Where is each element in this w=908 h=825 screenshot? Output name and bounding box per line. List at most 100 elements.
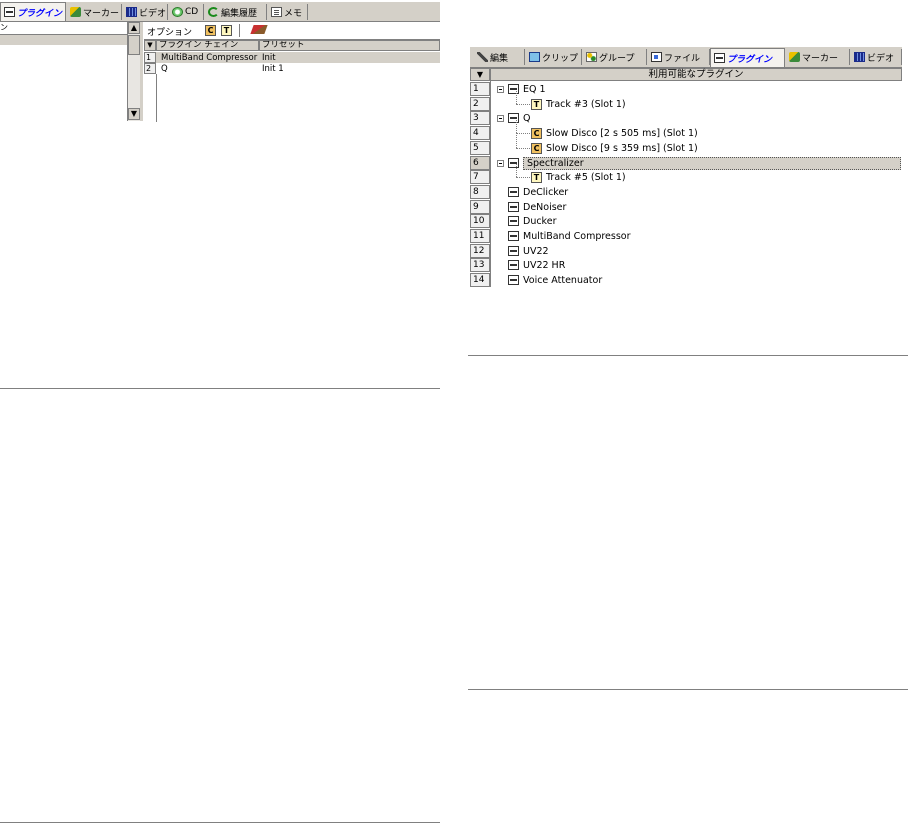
row-number[interactable]: 12 (470, 244, 490, 258)
toolbar-separator (239, 24, 240, 37)
tree-item-clip[interactable]: C Slow Disco [9 s 359 ms] (Slot 1) (531, 141, 698, 155)
tab-video[interactable]: ビデオ (851, 49, 902, 65)
row-number[interactable]: 10 (470, 214, 490, 228)
row-number[interactable]: 4 (470, 126, 490, 140)
row-number: 1 (144, 52, 156, 63)
row-number[interactable]: 9 (470, 200, 490, 214)
row-number[interactable]: 11 (470, 229, 490, 243)
history-icon (208, 7, 219, 17)
options-menu[interactable]: オプション (147, 25, 192, 38)
splitter[interactable] (140, 22, 143, 121)
scroll-up-arrow[interactable]: ▲ (128, 22, 140, 34)
row-number[interactable]: 2 (470, 97, 490, 111)
tree-item-label: Voice Attenuator (523, 274, 603, 286)
clip-badge-icon: C (531, 127, 542, 139)
row-number[interactable]: 8 (470, 185, 490, 199)
row-number-column (144, 74, 157, 122)
row-number[interactable]: 5 (470, 141, 490, 155)
left-plugin-window: プラグイン マーカー ビデオ CD 編集履歴 メモ ン ▲ ▼ オプション C … (0, 0, 440, 123)
plug-icon (508, 187, 519, 197)
chain-row[interactable]: 2 Q Init 1 (144, 63, 440, 74)
tab-cd[interactable]: CD (169, 4, 204, 20)
tree-item-track[interactable]: T Track #3 (Slot 1) (531, 97, 626, 111)
tab-clips[interactable]: クリップ (526, 49, 582, 65)
column-menu-button[interactable]: ▼ (470, 68, 490, 81)
row-number[interactable]: 1 (470, 82, 490, 96)
chain-column-header[interactable]: プラグイン チェイン (156, 40, 259, 51)
collapse-toggle-icon[interactable] (497, 85, 504, 93)
collapse-toggle-icon[interactable] (497, 114, 504, 122)
tab-markers[interactable]: マーカー (786, 49, 850, 65)
plug-icon (508, 231, 519, 241)
available-plugins-header[interactable]: 利用可能なプラグイン (490, 68, 902, 81)
chain-preset-value: Init 1 (262, 64, 284, 74)
row-number[interactable]: 6 (470, 156, 490, 170)
tree-connector (516, 148, 530, 149)
row-number: 2 (144, 63, 156, 74)
right-divider-2 (468, 689, 908, 690)
vertical-scrollbar[interactable]: ▲ ▼ (127, 22, 140, 121)
tree-connector (516, 120, 517, 133)
tree-item-label: Track #5 (Slot 1) (546, 171, 626, 183)
file-icon (651, 52, 662, 62)
preset-column-header[interactable]: プリセット (259, 40, 440, 51)
plugin-list-pane[interactable]: ン (0, 22, 127, 121)
tab-edit[interactable]: 編集 (474, 49, 525, 65)
tree-connector (516, 91, 517, 104)
tree-item-clip[interactable]: C Slow Disco [2 s 505 ms] (Slot 1) (531, 126, 698, 140)
plug-icon (714, 53, 725, 63)
plug-icon (508, 246, 519, 256)
tree-item-track[interactable]: T Track #5 (Slot 1) (531, 170, 626, 184)
tree-item-label: DeClicker (523, 186, 569, 198)
tree-item-label: Slow Disco [9 s 359 ms] (Slot 1) (546, 142, 698, 154)
chain-row[interactable]: 1 MultiBand Compressor Init (144, 52, 440, 63)
tree-item-label: Q (523, 112, 531, 124)
tree-item-plugin[interactable]: DeNoiser (497, 200, 566, 214)
tree-item-plugin[interactable]: MultiBand Compressor (497, 229, 631, 243)
tree-connector (516, 135, 517, 148)
tree-connector (516, 164, 517, 177)
tab-files[interactable]: ファイル (648, 49, 710, 65)
tab-plugins[interactable]: プラグイン (0, 2, 66, 21)
save-chain-icon[interactable] (250, 25, 268, 34)
scroll-down-arrow[interactable]: ▼ (128, 108, 140, 120)
tree-item-plugin[interactable]: DeClicker (497, 185, 568, 199)
tab-video[interactable]: ビデオ (123, 4, 168, 20)
tab-markers[interactable]: マーカー (67, 4, 122, 20)
track-chain-button[interactable]: T (221, 25, 232, 36)
chain-corner-menu[interactable]: ▼ (144, 40, 156, 51)
tree-item-plugin[interactable]: UV22 HR (497, 258, 565, 272)
clip-chain-button[interactable]: C (205, 25, 216, 36)
tab-memo[interactable]: メモ (268, 4, 308, 20)
tree-item-plugin[interactable]: UV22 (497, 244, 549, 258)
tree-item-label: MultiBand Compressor (523, 230, 631, 242)
left-divider-1 (0, 388, 440, 389)
tool-icon (477, 52, 488, 62)
scroll-thumb[interactable] (128, 35, 140, 55)
tree-item-plugin[interactable]: Ducker (497, 214, 556, 228)
tab-groups[interactable]: グループ (583, 49, 647, 65)
marker-icon (70, 7, 81, 17)
tree-item-plugin[interactable]: Voice Attenuator (497, 273, 602, 287)
track-badge-icon: T (531, 171, 542, 183)
tree-item-label: EQ 1 (523, 83, 546, 95)
tree-connector (516, 177, 530, 178)
tree-item-label: UV22 HR (523, 259, 566, 271)
row-number[interactable]: 14 (470, 273, 490, 287)
chain-grid[interactable]: ▼ プラグイン チェイン プリセット 1 MultiBand Compresso… (144, 39, 440, 122)
tree-connector (516, 133, 530, 134)
video-icon (854, 52, 865, 62)
row-number[interactable]: 13 (470, 258, 490, 272)
plugin-list-selected-row[interactable] (0, 35, 127, 45)
tree-item-plugin[interactable]: EQ 1 (497, 82, 546, 96)
row-number[interactable]: 7 (470, 170, 490, 184)
tree-item-plugin[interactable]: Q (497, 111, 530, 125)
left-tab-bar: プラグイン マーカー ビデオ CD 編集履歴 メモ (0, 2, 440, 22)
collapse-toggle-icon[interactable] (497, 159, 504, 167)
tab-plugins[interactable]: プラグイン (710, 48, 785, 67)
plug-icon (508, 275, 519, 285)
tree-item-plugin[interactable]: Spectralizer (497, 156, 901, 170)
tab-edit-history[interactable]: 編集履歴 (205, 4, 267, 20)
row-number[interactable]: 3 (470, 111, 490, 125)
cd-icon (172, 7, 183, 17)
